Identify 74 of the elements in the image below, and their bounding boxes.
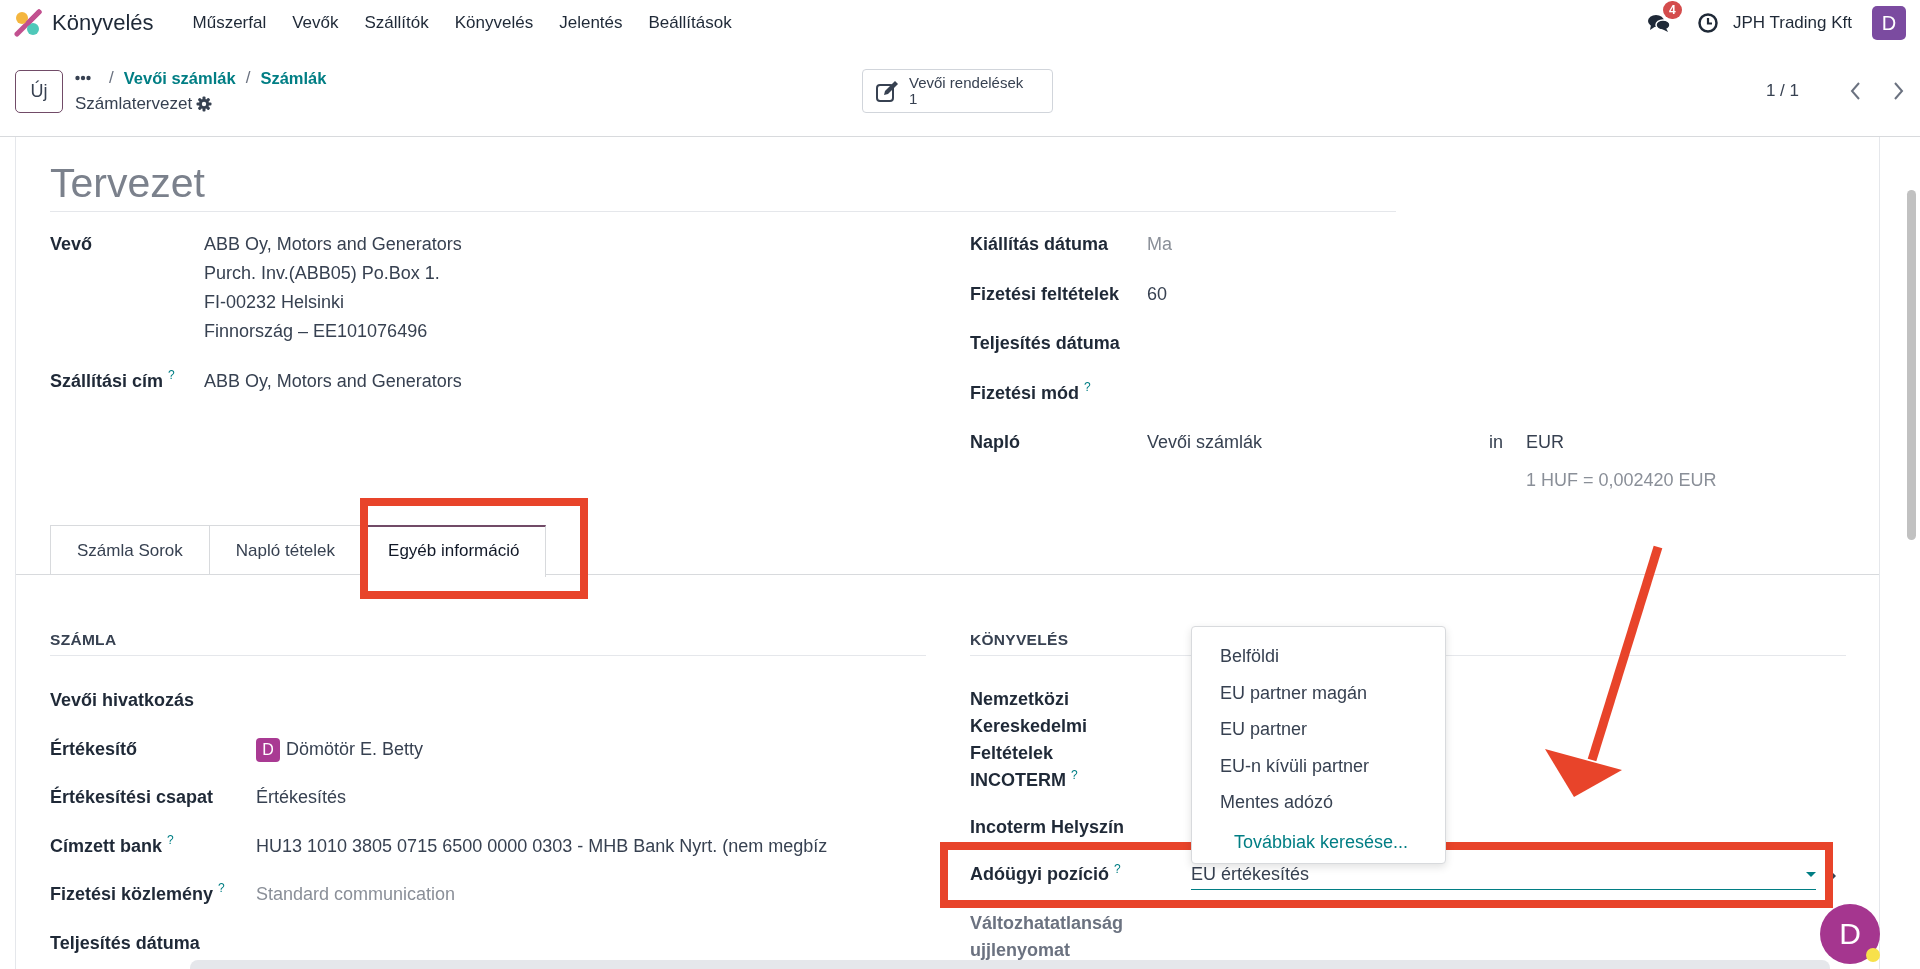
field-label: Fizetési mód <box>970 382 1080 403</box>
tab[interactable]: Napló tételek <box>208 525 362 574</box>
breadcrumb-separator: / <box>245 68 251 88</box>
field-label: Teljesítés dátuma <box>50 932 200 953</box>
chevron-left-icon[interactable] <box>1849 81 1861 101</box>
company-name[interactable]: JPH Trading Kft <box>1732 13 1852 33</box>
menu-item[interactable]: Szállítók <box>351 13 442 33</box>
field-label: Kiállítás dátuma <box>970 234 1109 254</box>
breadcrumb-separator: / <box>109 68 114 88</box>
pager-counter: 1 / 1 <box>1765 81 1799 101</box>
field-label: Szállítási cím <box>50 370 164 391</box>
field-value[interactable]: HU13 1010 3805 0715 6500 0000 0303 - MHB Bank Nyrt. (nem megbíz <box>256 831 828 860</box>
tab[interactable]: Számla Sorok <box>50 525 209 574</box>
dropdown-option[interactable]: Mentes adózó <box>1192 784 1445 821</box>
field-value[interactable]: 60 <box>1147 279 1168 308</box>
field-label: Adóügyi pozíció $^{?}$ <box>970 861 1121 886</box>
record-name: Számlatervezet <box>75 94 193 114</box>
field-label: Teljesítés dátuma <box>970 333 1120 353</box>
address-line: Purch. Inv.(ABB05) Po.Box 1. <box>204 262 441 285</box>
field-value[interactable]: Dömötör E. Betty <box>286 738 424 759</box>
field-label: Incoterm Helyszín <box>970 816 1125 839</box>
field-label: Értékesítő <box>50 738 138 759</box>
user-avatar: D <box>256 737 280 762</box>
field-label: Vevői hivatkozás <box>50 690 195 710</box>
field-label: Nemzetközi Kereskedelmi Feltételek INCOTERM $^{?}$ <box>970 688 1089 792</box>
help-icon[interactable]: ? <box>1114 862 1121 876</box>
chat-icon[interactable] <box>1646 13 1671 33</box>
new-button[interactable]: Új <box>15 69 63 113</box>
field-label: Fizetési közlemény <box>50 884 214 904</box>
field-value[interactable]: Értékesítés <box>256 783 347 811</box>
field-value[interactable]: Vevői számlák <box>1147 428 1489 494</box>
app-name[interactable]: Könyvelés <box>52 10 154 36</box>
currency-value[interactable]: EUR <box>1526 428 1717 456</box>
address-line: ABB Oy, Motors and Generators <box>204 233 462 256</box>
dropdown-option[interactable]: EU-n kívüli partner <box>1192 747 1445 784</box>
menu-item[interactable]: Könyvelés <box>441 13 547 33</box>
field-text: in <box>1489 431 1504 454</box>
dropdown-option[interactable]: EU partner <box>1192 711 1445 748</box>
clock-icon[interactable] <box>1696 12 1719 34</box>
help-icon[interactable]: ? <box>1071 768 1078 782</box>
help-icon[interactable]: ? <box>167 832 174 847</box>
logo-icon[interactable] <box>14 9 42 37</box>
scrollbar-thumb[interactable] <box>1907 190 1916 540</box>
field-label: Értékesítési csapat <box>50 787 214 807</box>
caret-icon[interactable] <box>1806 872 1816 877</box>
dropdown-option[interactable]: EU partner magán <box>1192 674 1445 711</box>
record-title: Tervezet <box>50 159 1396 212</box>
field-label: Fizetési feltételek <box>970 283 1120 304</box>
user-avatar[interactable]: D <box>1872 6 1906 40</box>
address-line: Finnország – EE101076496 <box>204 320 429 343</box>
more-icon[interactable] <box>75 75 91 81</box>
breadcrumb-link[interactable]: Vevői számlák <box>123 68 236 88</box>
smart-button[interactable]: Vevői rendelések 1 <box>862 69 1053 113</box>
address-line: ABB Oy, Motors and Generators <box>204 369 462 393</box>
field-label: Címzett bank <box>50 835 163 856</box>
help-icon[interactable]: ? <box>168 367 175 382</box>
help-icon[interactable]: ? <box>1084 379 1091 394</box>
address-line: FI-00232 Helsinki <box>204 291 346 314</box>
menu-item[interactable]: Beállítások <box>635 13 745 33</box>
gear-icon[interactable] <box>196 96 213 112</box>
notification-badge: 4 <box>1662 1 1682 19</box>
chevron-right-icon[interactable] <box>1893 81 1905 101</box>
help-icon[interactable]: ? <box>218 881 225 895</box>
menu-item[interactable]: Jelentés <box>546 13 636 33</box>
menu-item[interactable]: Vevők <box>279 13 352 33</box>
edit-icon <box>875 80 899 102</box>
field-label: Napló <box>970 432 1020 452</box>
field-label: Vevő <box>50 234 93 254</box>
search-more-link[interactable]: Továbbiak keresése... <box>1192 823 1445 860</box>
field-label: Változhatatlanság ujjlenyomat <box>970 912 1125 962</box>
breadcrumb-link[interactable]: Számlák <box>260 68 327 88</box>
exchange-rate: 1 HUF = 0,002420 EUR <box>1526 469 1717 492</box>
menu-item[interactable]: Műszerfal <box>179 13 280 33</box>
section-heading: SZÁMLA <box>50 631 926 656</box>
